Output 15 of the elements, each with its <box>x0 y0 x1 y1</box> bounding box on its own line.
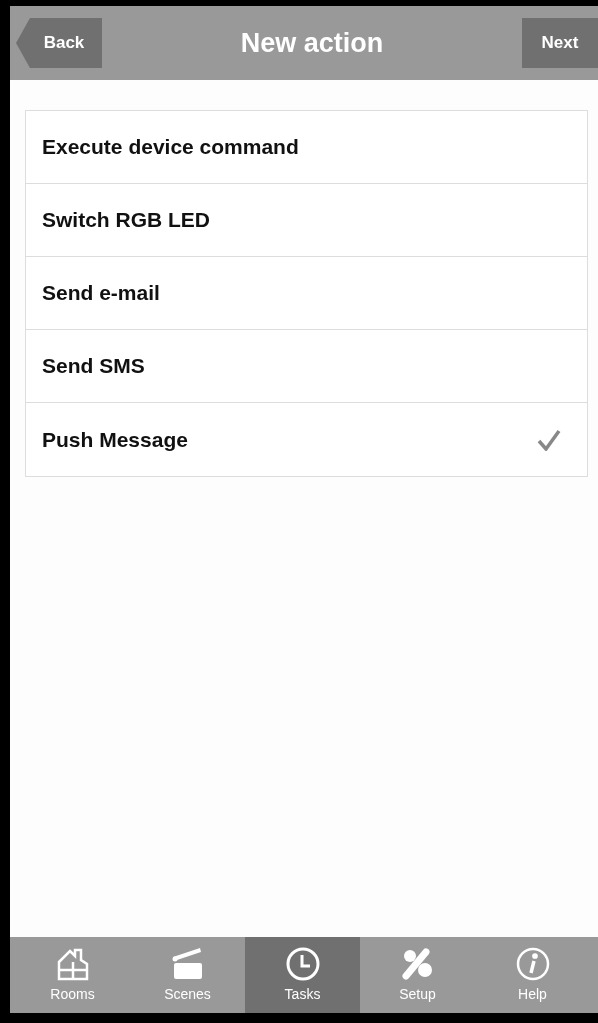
tab[interactable]: Setup <box>360 937 475 1013</box>
next-button[interactable]: Next <box>522 18 598 68</box>
action-label: Send e-mail <box>42 280 160 307</box>
clock-icon <box>284 945 321 982</box>
action-label: Send SMS <box>42 353 145 380</box>
action-label: Switch RGB LED <box>42 207 210 234</box>
screen-title: New action <box>240 26 384 60</box>
tab[interactable]: Help <box>475 937 590 1013</box>
back-button[interactable]: Back <box>16 18 102 68</box>
action-label: Push Message <box>42 426 188 453</box>
tab[interactable]: Scenes <box>130 937 245 1013</box>
action-label: Execute device command <box>42 134 299 161</box>
tab[interactable]: Tasks <box>245 937 360 1013</box>
tab[interactable]: Rooms <box>15 937 130 1013</box>
info-icon <box>514 945 551 982</box>
